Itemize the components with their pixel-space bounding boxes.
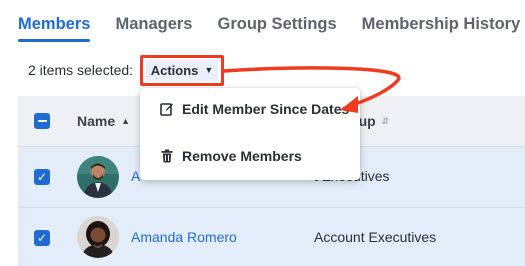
actions-label: Actions: [150, 63, 199, 78]
select-all-checkbox[interactable]: [34, 113, 50, 129]
table-row[interactable]: ✓ Amanda Romero Account Executives: [18, 207, 525, 266]
avatar: [77, 216, 119, 258]
sort-asc-icon: ▲: [121, 116, 131, 126]
menu-item-remove-members[interactable]: Remove Members: [160, 145, 302, 167]
member-name-link[interactable]: Amanda Romero: [131, 229, 237, 245]
row-checkbox[interactable]: ✓: [34, 169, 50, 185]
chevron-down-icon: ▼: [204, 65, 214, 75]
actions-button[interactable]: Actions ▼: [146, 60, 218, 81]
menu-item-edit-member-since-dates[interactable]: Edit Member Since Dates: [160, 98, 349, 120]
sort-icon: ⇵: [381, 115, 390, 126]
board-group-cell: Account Executives: [314, 229, 437, 245]
column-header-name[interactable]: Name ▲: [77, 113, 130, 129]
tab-managers[interactable]: Managers: [115, 15, 192, 43]
tab-members[interactable]: Members: [18, 15, 91, 43]
members-page: Members Managers Group Settings Membersh…: [0, 0, 525, 266]
tab-bar: Members Managers Group Settings Membersh…: [18, 15, 525, 43]
minus-icon: [37, 120, 47, 122]
check-icon: ✓: [36, 170, 48, 184]
row-checkbox[interactable]: ✓: [34, 230, 50, 246]
edit-icon: [160, 102, 174, 116]
member-name-link[interactable]: A: [131, 168, 140, 184]
column-header-name-label: Name: [77, 113, 116, 129]
actions-highlight-box: Actions ▼: [140, 55, 224, 86]
trash-icon: [160, 149, 174, 163]
avatar: [77, 156, 119, 198]
actions-dropdown-menu: Edit Member Since Dates Remove Members: [140, 88, 360, 180]
menu-item-label: Remove Members: [182, 148, 302, 164]
check-icon: ✓: [36, 231, 48, 245]
menu-item-label: Edit Member Since Dates: [182, 101, 350, 117]
tab-group-settings[interactable]: Group Settings: [217, 15, 336, 43]
selection-count: 2 items selected:: [28, 62, 134, 78]
tab-membership-history[interactable]: Membership History: [362, 15, 521, 43]
